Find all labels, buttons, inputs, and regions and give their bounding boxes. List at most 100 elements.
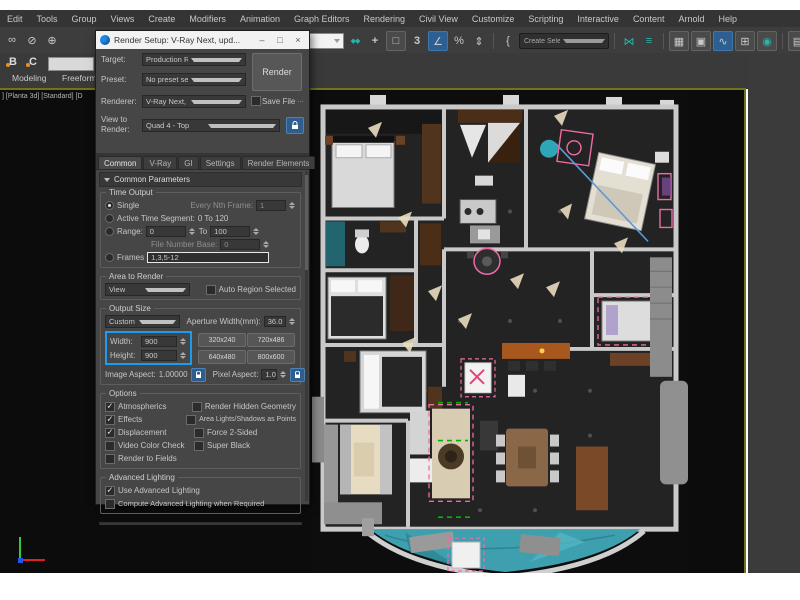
- target-dropdown[interactable]: Production Rendering Mode: [142, 53, 246, 66]
- bind-to-spacewarp-icon[interactable]: ⊕: [43, 31, 61, 49]
- rollout-bitmap-performance[interactable]: Bitmap Performance and Memory Options: [99, 522, 302, 525]
- render-to-fields-checkbox[interactable]: [105, 454, 115, 464]
- render-hidden-geometry-checkbox[interactable]: [192, 402, 202, 412]
- area-to-render-dropdown[interactable]: View: [105, 283, 190, 296]
- frames-field[interactable]: 1,3,5-12: [147, 252, 269, 263]
- dialog-title-bar[interactable]: Render Setup: V-Ray Next, upd... – □ ×: [96, 31, 309, 49]
- aperture-width-field[interactable]: 36.0: [264, 316, 286, 327]
- preset-720x486-button[interactable]: 720x486: [247, 333, 295, 347]
- render-button[interactable]: Render: [252, 53, 302, 91]
- range-to-field[interactable]: 100: [210, 226, 250, 237]
- ribbon-button-b[interactable]: B: [6, 56, 20, 68]
- spinner-icon[interactable]: [180, 338, 187, 345]
- menu-customize[interactable]: Customize: [465, 14, 522, 24]
- spinner-icon[interactable]: [280, 371, 287, 378]
- menu-rendering[interactable]: Rendering: [357, 14, 413, 24]
- ribbon-tab-freeform[interactable]: Freeform: [62, 73, 96, 83]
- angle-snap-icon[interactable]: ∠: [428, 31, 448, 51]
- spinner-icon[interactable]: [189, 228, 196, 235]
- select-and-link-icon[interactable]: ∞: [3, 31, 21, 49]
- spinner-icon[interactable]: [289, 318, 296, 325]
- lock-view-button[interactable]: [286, 117, 304, 134]
- spinner-snap-icon[interactable]: ⇕: [470, 32, 488, 50]
- spinner-icon[interactable]: [180, 352, 187, 359]
- select-and-move-icon[interactable]: +: [366, 32, 384, 50]
- every-nth-frame-field[interactable]: 1: [256, 200, 286, 211]
- close-button[interactable]: ×: [291, 35, 305, 45]
- curve-editor-icon[interactable]: ∿: [713, 31, 733, 51]
- spinner-icon[interactable]: [289, 202, 296, 209]
- single-radio[interactable]: [105, 201, 114, 210]
- auto-region-checkbox[interactable]: [206, 285, 216, 295]
- menu-tools[interactable]: Tools: [30, 14, 65, 24]
- height-field[interactable]: 900: [141, 350, 177, 361]
- viewport-label[interactable]: ] [Planta 3d] [Standard] [D: [2, 93, 83, 100]
- tab-gi[interactable]: GI: [178, 156, 198, 169]
- menu-animation[interactable]: Animation: [233, 14, 287, 24]
- minimize-button[interactable]: –: [255, 35, 269, 45]
- ribbon-tab-modeling[interactable]: Modeling: [12, 73, 47, 83]
- tab-vray[interactable]: V-Ray: [143, 156, 177, 169]
- menu-content[interactable]: Content: [626, 14, 672, 24]
- browse-button[interactable]: ...: [297, 95, 304, 104]
- area-lights-as-points-checkbox[interactable]: [186, 415, 196, 425]
- menu-group[interactable]: Group: [65, 14, 104, 24]
- file-number-base-field[interactable]: 0: [220, 239, 260, 250]
- layer-explorer-icon[interactable]: ▣: [691, 31, 711, 51]
- mirror-icon[interactable]: ⋈: [620, 32, 638, 50]
- render-setup-icon[interactable]: ▤: [788, 31, 800, 51]
- spinner-icon[interactable]: [253, 228, 260, 235]
- menu-modifiers[interactable]: Modifiers: [182, 14, 233, 24]
- super-black-checkbox[interactable]: [194, 441, 204, 451]
- preset-640x480-button[interactable]: 640x480: [198, 350, 246, 364]
- spinner-icon[interactable]: [263, 241, 270, 248]
- width-field[interactable]: 900: [141, 336, 177, 347]
- tab-render-elements[interactable]: Render Elements: [242, 156, 316, 169]
- menu-interactive[interactable]: Interactive: [570, 14, 626, 24]
- atmospherics-checkbox[interactable]: ✓: [105, 402, 115, 412]
- unlink-selection-icon[interactable]: ⊘: [23, 31, 41, 49]
- video-color-check-checkbox[interactable]: [105, 441, 115, 451]
- pixel-aspect-field[interactable]: 1.0: [261, 369, 276, 380]
- use-advanced-lighting-checkbox[interactable]: ✓: [105, 486, 115, 496]
- renderer-dropdown[interactable]: V-Ray Next, update 2: [142, 95, 246, 108]
- dialog-scrollbar[interactable]: [305, 171, 308, 501]
- frames-radio[interactable]: [105, 253, 114, 262]
- menu-help[interactable]: Help: [711, 14, 744, 24]
- menu-views[interactable]: Views: [104, 14, 142, 24]
- ribbon-search-field[interactable]: [48, 57, 94, 71]
- percent-snap-icon[interactable]: %: [450, 32, 468, 50]
- menu-edit[interactable]: Edit: [0, 14, 30, 24]
- snap-3d-icon[interactable]: 3: [408, 32, 426, 50]
- menu-arnold[interactable]: Arnold: [671, 14, 711, 24]
- preset-800x600-button[interactable]: 800x600: [247, 350, 295, 364]
- ribbon-button-c[interactable]: C: [26, 56, 40, 68]
- tab-common[interactable]: Common: [98, 156, 142, 169]
- menu-graph-editors[interactable]: Graph Editors: [287, 14, 357, 24]
- material-editor-icon[interactable]: ◉: [757, 31, 777, 51]
- schematic-view-icon[interactable]: ⊞: [735, 31, 755, 51]
- pixel-aspect-lock-button[interactable]: [290, 368, 305, 382]
- active-time-segment-radio[interactable]: [105, 214, 114, 223]
- edit-named-selections-icon[interactable]: {: [499, 32, 517, 50]
- rollout-common-parameters[interactable]: Common Parameters: [99, 172, 302, 187]
- effects-checkbox[interactable]: ✓: [105, 415, 115, 425]
- output-size-dropdown[interactable]: Custom: [105, 315, 180, 328]
- displacement-checkbox[interactable]: ✓: [105, 428, 115, 438]
- align-icon[interactable]: ≡: [640, 32, 658, 50]
- menu-civil-view[interactable]: Civil View: [412, 14, 465, 24]
- force-2-sided-checkbox[interactable]: [194, 428, 204, 438]
- image-aspect-lock-button[interactable]: [191, 368, 206, 382]
- view-to-render-dropdown[interactable]: Quad 4 - Top: [142, 119, 280, 132]
- preset-dropdown[interactable]: No preset selected: [142, 73, 246, 86]
- range-from-field[interactable]: 0: [146, 226, 186, 237]
- scene-explorer-icon[interactable]: ▦: [669, 31, 689, 51]
- range-radio[interactable]: [105, 227, 114, 236]
- maximize-button[interactable]: □: [273, 35, 287, 45]
- select-object-icon[interactable]: □: [386, 31, 406, 51]
- menu-create[interactable]: Create: [141, 14, 182, 24]
- preset-320x240-button[interactable]: 320x240: [198, 333, 246, 347]
- compute-advanced-lighting-checkbox[interactable]: [105, 499, 115, 509]
- named-selection-set-dropdown[interactable]: Create Selection Se: [519, 33, 609, 49]
- tab-settings[interactable]: Settings: [200, 156, 241, 169]
